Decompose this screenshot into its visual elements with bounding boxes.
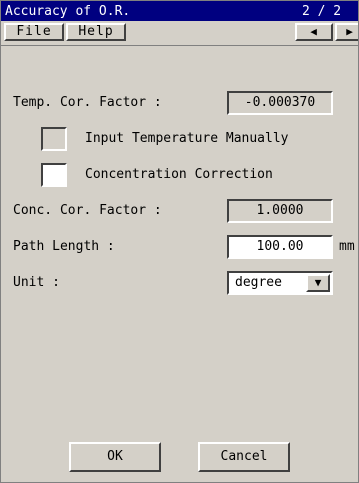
concentration-correction-label: Concentration Correction bbox=[85, 167, 273, 182]
cancel-button[interactable]: Cancel bbox=[198, 442, 290, 472]
input-temp-manually-checkbox[interactable] bbox=[41, 127, 67, 151]
title-bar: Accuracy of O.R. 2 / 2 bbox=[1, 1, 358, 21]
chevron-down-icon: ▼ bbox=[314, 276, 322, 289]
accuracy-dialog: Accuracy of O.R. 2 / 2 File Help ◀ ▶ Tem… bbox=[0, 0, 359, 483]
conc-cor-factor-field: 1.0000 bbox=[227, 199, 333, 223]
triangle-right-icon: ▶ bbox=[346, 25, 354, 38]
window-title: Accuracy of O.R. bbox=[5, 3, 131, 19]
temp-cor-factor-field: -0.000370 bbox=[227, 91, 333, 115]
dropdown-arrow-button[interactable]: ▼ bbox=[306, 274, 330, 292]
concentration-correction-checkbox[interactable] bbox=[41, 163, 67, 187]
unit-select-value: degree bbox=[235, 275, 282, 290]
triangle-left-icon: ◀ bbox=[310, 25, 318, 38]
prev-page-button[interactable]: ◀ bbox=[295, 23, 333, 41]
path-length-label: Path Length : bbox=[13, 239, 115, 254]
ok-button[interactable]: OK bbox=[69, 442, 161, 472]
conc-cor-factor-label: Conc. Cor. Factor : bbox=[13, 203, 162, 218]
menu-bar: File Help ◀ ▶ bbox=[1, 21, 358, 46]
unit-select[interactable]: degree ▼ bbox=[227, 271, 333, 295]
temp-cor-factor-label: Temp. Cor. Factor : bbox=[13, 95, 162, 110]
unit-label: Unit : bbox=[13, 275, 60, 290]
help-menu-button[interactable]: Help bbox=[66, 23, 126, 41]
next-page-button[interactable]: ▶ bbox=[335, 23, 358, 41]
dialog-content: Temp. Cor. Factor : -0.000370 Input Temp… bbox=[1, 46, 358, 482]
input-temp-manually-label: Input Temperature Manually bbox=[85, 131, 289, 146]
page-indicator: 2 / 2 bbox=[302, 3, 342, 19]
path-length-unit: mm bbox=[339, 239, 355, 254]
file-menu-button[interactable]: File bbox=[4, 23, 64, 41]
path-length-input[interactable]: 100.00 bbox=[227, 235, 333, 259]
